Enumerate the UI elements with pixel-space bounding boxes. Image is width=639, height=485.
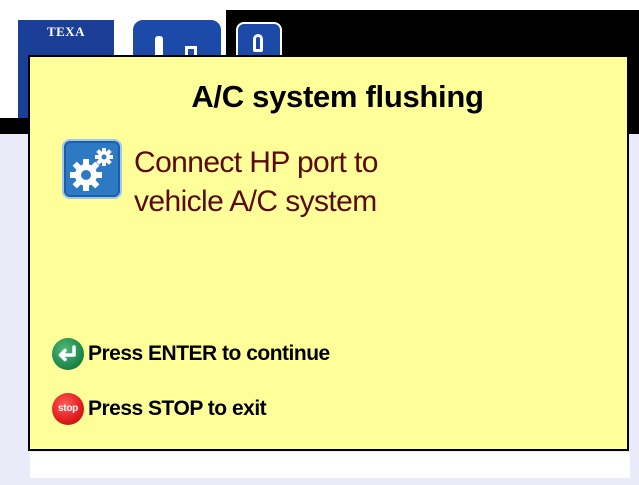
enter-action[interactable]: Press ENTER to continue (52, 335, 330, 373)
flushing-dialog: A/C system flushing Connect HP port to v… (28, 55, 629, 451)
bottom-strip (30, 452, 630, 478)
stop-action[interactable]: stop Press STOP to exit (52, 390, 267, 428)
enter-action-label: Press ENTER to continue (88, 342, 330, 365)
person-icon (253, 34, 263, 52)
stop-icon-text: stop (58, 403, 78, 414)
message-line-1: Connect HP port to (134, 146, 378, 179)
dialog-message: Connect HP port to vehicle A/C system (134, 143, 604, 221)
enter-icon[interactable] (52, 338, 84, 370)
gears-icon (62, 139, 122, 199)
message-line-2: vehicle A/C system (134, 185, 377, 218)
dialog-title: A/C system flushing (191, 79, 484, 114)
logo-text: TEXA (46, 24, 86, 39)
stop-icon[interactable]: stop (52, 393, 84, 425)
screen: TEXA A/C system flushing Connect HP port… (0, 0, 639, 485)
stop-action-label: Press STOP to exit (88, 397, 267, 420)
